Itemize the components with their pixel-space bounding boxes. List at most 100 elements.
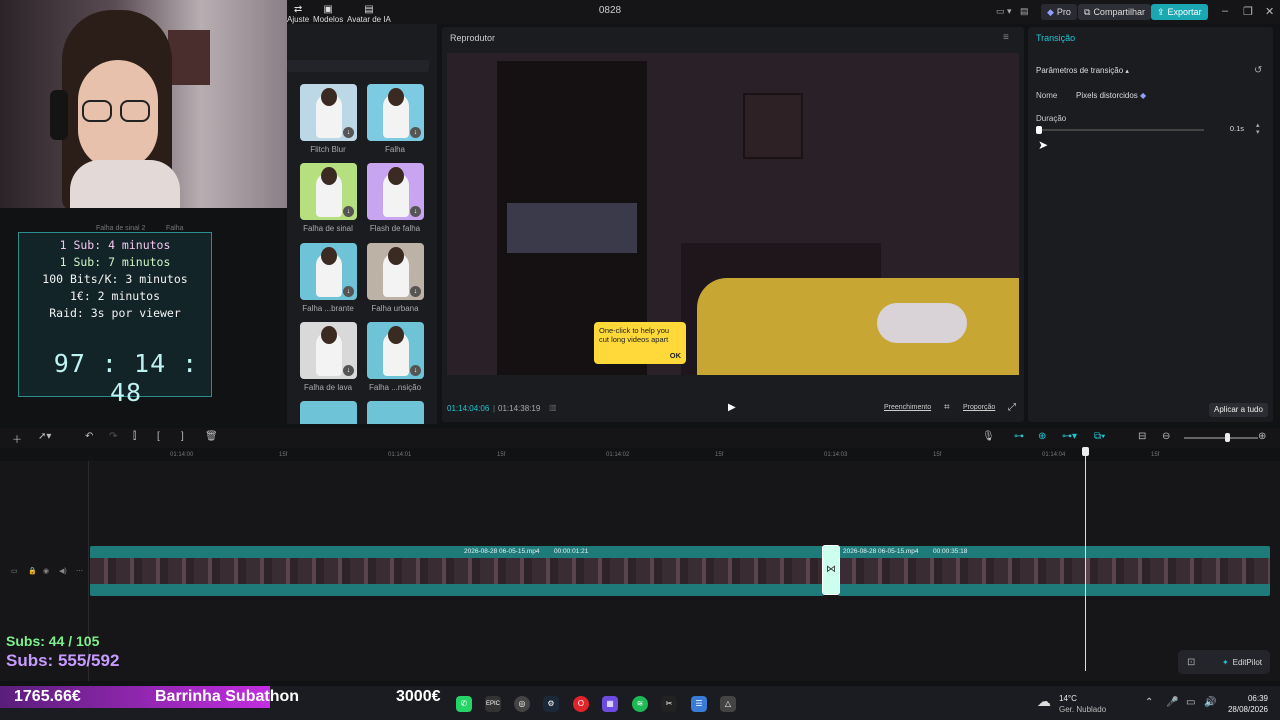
apply-all-button[interactable]: Aplicar a tudo <box>1209 403 1268 417</box>
download-icon[interactable]: ↓ <box>410 206 421 217</box>
effect-thumbnail[interactable] <box>300 401 357 424</box>
track-cover-icon[interactable]: ▭ <box>11 567 18 575</box>
pro-button[interactable]: ◆ Pro <box>1041 4 1077 20</box>
export-button[interactable]: ⇪ Exportar <box>1151 4 1208 20</box>
effect-thumbnail[interactable]: ↓ <box>300 163 357 220</box>
tip-ok-button[interactable]: OK <box>670 351 681 360</box>
magnet-icon[interactable]: ⊕ <box>1038 431 1046 442</box>
transition-params-heading[interactable]: Parâmetros de transição ▴ <box>1036 66 1129 75</box>
model-head-image <box>388 167 404 185</box>
add-icon[interactable]: ＋ <box>12 431 22 446</box>
redo-icon[interactable]: ↷ <box>109 431 117 442</box>
trim-left-icon[interactable]: [ <box>157 431 160 442</box>
duration-slider-knob[interactable] <box>1036 126 1042 134</box>
transition-marker[interactable]: ⋈ <box>822 545 840 595</box>
screenshot-icon[interactable]: ⌗ <box>944 402 950 413</box>
clock-date[interactable]: 28/08/2026 <box>1226 705 1268 714</box>
restore-icon[interactable]: ❐ <box>1243 5 1253 18</box>
stepper-icon[interactable]: ▴ ▾ <box>1256 122 1260 136</box>
snap-icon[interactable]: ⊶▾ <box>1062 431 1077 442</box>
effect-thumbnail[interactable]: ↓ <box>367 163 424 220</box>
select-tool-icon[interactable]: ➚▾ <box>38 431 51 442</box>
clip-thumbnails <box>90 558 824 584</box>
epic-icon[interactable]: EPIC <box>485 696 501 712</box>
effect-thumbnail[interactable]: ↓ <box>300 84 357 141</box>
video-preview[interactable] <box>447 53 1019 375</box>
eye-icon[interactable]: ◉ <box>43 567 49 575</box>
volume-icon[interactable]: 🔊 <box>1204 697 1216 708</box>
undo-icon[interactable]: ↶ <box>85 431 93 442</box>
fullscreen-icon[interactable]: ⤢ <box>1008 402 1016 413</box>
steam-icon[interactable]: ⚙ <box>543 696 559 712</box>
zoom-slider-knob[interactable] <box>1225 433 1230 442</box>
captions-icon[interactable]: ⊟ <box>1138 431 1146 442</box>
ratio-button[interactable]: Proporção <box>963 404 995 411</box>
effect-thumbnail[interactable]: ↓ <box>300 243 357 300</box>
spotify-icon[interactable]: ≋ <box>632 696 648 712</box>
play-icon[interactable]: ▶ <box>728 402 736 413</box>
preview-axis-icon[interactable]: ⧉▾ <box>1094 431 1105 442</box>
effect-thumbnail[interactable]: ↓ <box>300 322 357 379</box>
lock-icon[interactable]: 🔒 <box>28 567 37 575</box>
audio-icon[interactable]: ◀) <box>59 567 67 575</box>
more-icon[interactable]: ⋯ <box>76 567 83 575</box>
tab-modelos[interactable]: ▣ Modelos <box>313 4 343 24</box>
download-icon[interactable]: ↓ <box>410 286 421 297</box>
duration-input[interactable]: 0.1s <box>1214 124 1244 135</box>
feedback-icon[interactable]: ⊡ <box>1187 657 1195 668</box>
chevron-up-icon[interactable]: ⌃ <box>1145 697 1153 708</box>
playhead[interactable] <box>1085 449 1086 671</box>
menu-icon[interactable]: ≡ <box>1003 32 1009 43</box>
reset-icon[interactable]: ↺ <box>1254 65 1262 76</box>
capcut-icon[interactable]: ✂ <box>661 696 677 712</box>
bandwidth-icon[interactable]: △ <box>720 696 736 712</box>
network-icon[interactable]: ▭ <box>1186 697 1195 708</box>
download-icon[interactable]: ↓ <box>343 127 354 138</box>
templates-icon: ▣ <box>323 4 333 15</box>
opera-icon[interactable]: O <box>573 696 589 712</box>
delete-icon[interactable]: 🗑 <box>205 431 218 442</box>
layout-icon[interactable]: ▭ ▾ <box>996 6 1012 17</box>
properties-title[interactable]: Transição <box>1036 33 1075 43</box>
weather-desc[interactable]: Ger. Nublado <box>1059 705 1106 714</box>
download-icon[interactable]: ↓ <box>410 365 421 376</box>
effect-thumbnail[interactable]: ↓ <box>367 84 424 141</box>
weather-cloud-icon[interactable]: ☁ <box>1037 693 1051 710</box>
download-icon[interactable]: ↓ <box>410 127 421 138</box>
download-icon[interactable]: ↓ <box>343 365 354 376</box>
zoom-in-icon[interactable]: ⊕ <box>1258 431 1266 442</box>
shortcuts-icon[interactable]: ▤ <box>1020 6 1029 17</box>
chevron-up-icon: ▴ <box>1125 68 1129 75</box>
notes-icon[interactable]: ☰ <box>691 696 707 712</box>
download-icon[interactable]: ↓ <box>343 286 354 297</box>
minimize-icon[interactable]: – <box>1222 5 1228 17</box>
time-ruler[interactable]: 01:14:00 15f 01:14:01 15f 01:14:02 15f 01:14:0… <box>88 449 1280 461</box>
asset-search[interactable] <box>287 60 429 72</box>
whatsapp-icon[interactable]: ✆ <box>456 696 472 712</box>
grid-icon[interactable]: ▦ <box>602 696 618 712</box>
close-icon[interactable]: ✕ <box>1265 5 1274 18</box>
clock-time[interactable]: 06:39 <box>1232 694 1268 703</box>
video-clip[interactable]: 2026-08-28 06-05-15.mp4 00:00:35:18 <box>838 546 1270 596</box>
download-icon[interactable]: ↓ <box>343 206 354 217</box>
trim-right-icon[interactable]: ] <box>181 431 184 442</box>
weather-temp[interactable]: 14°C <box>1059 694 1077 703</box>
tab-ajuste[interactable]: ⇄ Ajuste <box>287 4 309 24</box>
zoom-out-icon[interactable]: ⊖ <box>1162 431 1170 442</box>
video-clip[interactable]: 2026-08-28 06-05-15.mp4 00:00:01:21 <box>90 546 824 596</box>
playhead-handle[interactable] <box>1082 447 1089 456</box>
zoom-slider[interactable] <box>1184 437 1258 439</box>
link-icon[interactable]: ⊶ <box>1014 431 1024 442</box>
timeline-view-icon[interactable]: ▥ <box>549 403 557 412</box>
fill-button[interactable]: Preenchimento <box>884 404 931 411</box>
chrome-icon[interactable]: ◎ <box>514 696 530 712</box>
duration-slider[interactable] <box>1038 129 1204 131</box>
split-icon[interactable]: ⫿ <box>133 431 136 442</box>
share-button[interactable]: ⧉ Compartilhar <box>1078 4 1151 20</box>
mic-tray-icon[interactable]: 🎤 <box>1166 697 1178 708</box>
effect-thumbnail[interactable]: ↓ <box>367 243 424 300</box>
effect-thumbnail[interactable] <box>367 401 424 424</box>
tab-avatar-ia[interactable]: ▤ Avatar de IA <box>347 4 391 24</box>
effect-thumbnail[interactable]: ↓ <box>367 322 424 379</box>
microphone-icon[interactable]: 🎙 <box>982 431 995 442</box>
